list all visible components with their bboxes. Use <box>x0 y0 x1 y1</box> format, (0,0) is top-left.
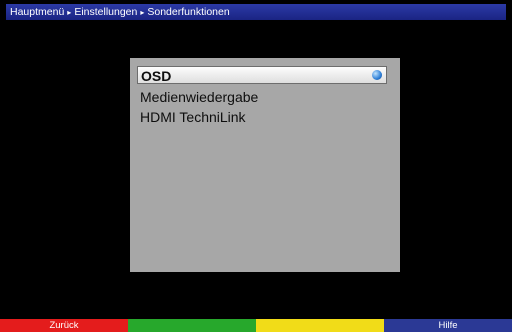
menu-item-medienwiedergabe[interactable]: Medienwiedergabe <box>137 88 258 106</box>
green-button[interactable] <box>128 319 256 332</box>
menu-item-osd[interactable]: OSD <box>137 66 387 84</box>
menu-item-hdmi-technilink[interactable]: HDMI TechniLink <box>137 108 246 126</box>
menu-item-label: OSD <box>141 68 172 84</box>
yellow-button[interactable] <box>256 319 384 332</box>
blue-button-help[interactable]: Hilfe <box>384 319 512 332</box>
color-button-bar: Zurück Hilfe <box>0 319 512 332</box>
red-button-back[interactable]: Zurück <box>0 319 128 332</box>
breadcrumb: Hauptmenü ▸ Einstellungen ▸ Sonderfunktionen <box>6 4 506 20</box>
selection-bullet-icon <box>372 70 382 80</box>
menu-panel: OSD Medienwiedergabe HDMI TechniLink <box>130 58 400 272</box>
breadcrumb-item-sonderfunktionen: Sonderfunktionen <box>147 6 230 18</box>
breadcrumb-item-hauptmenue[interactable]: Hauptmenü <box>10 6 64 18</box>
breadcrumb-item-einstellungen[interactable]: Einstellungen <box>74 6 137 18</box>
breadcrumb-separator-icon: ▸ <box>140 8 145 17</box>
breadcrumb-separator-icon: ▸ <box>67 8 72 17</box>
tv-screen: Hauptmenü ▸ Einstellungen ▸ Sonderfunktionen… <box>0 0 512 332</box>
